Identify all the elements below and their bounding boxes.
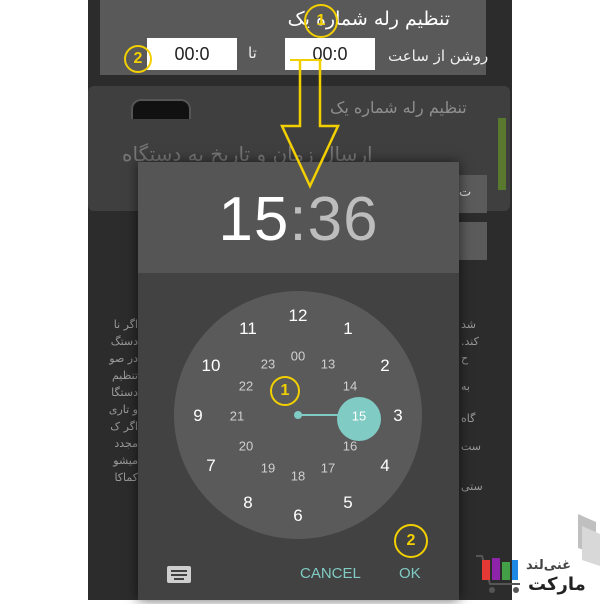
hour-16[interactable]: 16 <box>343 439 357 454</box>
device-icon <box>131 99 191 119</box>
hour-18[interactable]: 18 <box>291 469 305 484</box>
clock-center-dot <box>294 411 302 419</box>
bg-text-line: تنظیم <box>111 369 138 382</box>
bg-text-fragment: شد <box>461 318 476 331</box>
hour-12[interactable]: 12 <box>289 306 308 326</box>
to-time-field[interactable]: 00:0 <box>147 38 237 70</box>
minute-display[interactable]: 36 <box>308 185 379 254</box>
bg-text-line: در صو <box>109 352 138 365</box>
bg-text-line: کماکا <box>114 471 138 484</box>
hour-22[interactable]: 22 <box>239 379 253 394</box>
scroll-indicator <box>498 118 506 190</box>
keyboard-icon[interactable] <box>167 566 191 583</box>
hour-7[interactable]: 7 <box>206 456 215 476</box>
bg-text-line: و تاری <box>108 403 138 416</box>
bg-text-line: دستگ <box>110 335 138 348</box>
background-button-2[interactable] <box>457 222 487 260</box>
hour-17[interactable]: 17 <box>321 461 335 476</box>
background-card-title: تنظیم رله شماره یک <box>330 98 467 117</box>
hour-1[interactable]: 1 <box>343 319 352 339</box>
cancel-button[interactable]: CANCEL <box>300 565 361 582</box>
clock-hand <box>298 414 340 416</box>
bg-text-fragment: ست <box>461 440 482 453</box>
down-arrow-icon <box>280 59 340 189</box>
hour-8[interactable]: 8 <box>243 493 252 513</box>
annotation-marker-2-ok: 2 <box>394 524 428 558</box>
bg-text-fragment: ح <box>461 352 469 365</box>
annotation-marker-2: 2 <box>124 45 152 73</box>
background-button[interactable]: ت <box>457 175 487 213</box>
on-from-label: روشن از ساعت <box>388 47 489 65</box>
hour-6[interactable]: 6 <box>293 506 302 526</box>
bg-text-line: اگر نا <box>113 318 138 331</box>
bg-text-line: اگر ک <box>110 420 138 433</box>
hour-11[interactable]: 11 <box>239 319 257 339</box>
hour-15[interactable]: 15 <box>352 409 366 424</box>
annotation-marker-1: 1 <box>304 4 338 38</box>
bg-text-line: میشو <box>113 454 138 467</box>
hour-23[interactable]: 23 <box>261 357 275 372</box>
hour-4[interactable]: 4 <box>380 456 389 476</box>
bg-text-line: دستگا <box>111 386 138 399</box>
bg-text-fragment: به <box>461 380 470 393</box>
hour-19[interactable]: 19 <box>261 461 275 476</box>
bg-text-fragment: گاه <box>461 412 476 425</box>
hour-20[interactable]: 20 <box>239 439 253 454</box>
hour-display[interactable]: 15 <box>218 185 289 254</box>
hour-3[interactable]: 3 <box>393 406 402 426</box>
annotation-marker-1-clock: 1 <box>270 376 300 406</box>
bg-text-fragment: کند. <box>461 335 479 348</box>
hour-21[interactable]: 21 <box>230 409 244 424</box>
hour-13[interactable]: 13 <box>321 357 335 372</box>
ok-button[interactable]: OK <box>399 565 421 582</box>
time-separator: : <box>289 185 308 254</box>
hour-2[interactable]: 2 <box>380 356 389 376</box>
background-button-label: ت <box>459 185 472 200</box>
hour-9[interactable]: 9 <box>193 406 202 426</box>
hour-5[interactable]: 5 <box>343 493 352 513</box>
logo-text-bottom: مارکت <box>528 574 586 595</box>
watermark-logo: غنی‌لند مارکت <box>470 508 600 600</box>
hour-10[interactable]: 10 <box>202 356 221 376</box>
hour-00[interactable]: 00 <box>291 349 305 364</box>
logo-text-top: غنی‌لند <box>526 558 572 573</box>
hour-14[interactable]: 14 <box>343 379 357 394</box>
bg-text-line: مجدد <box>114 437 138 450</box>
bg-text-fragment: ستی <box>461 480 483 493</box>
to-label: تا <box>248 44 257 62</box>
